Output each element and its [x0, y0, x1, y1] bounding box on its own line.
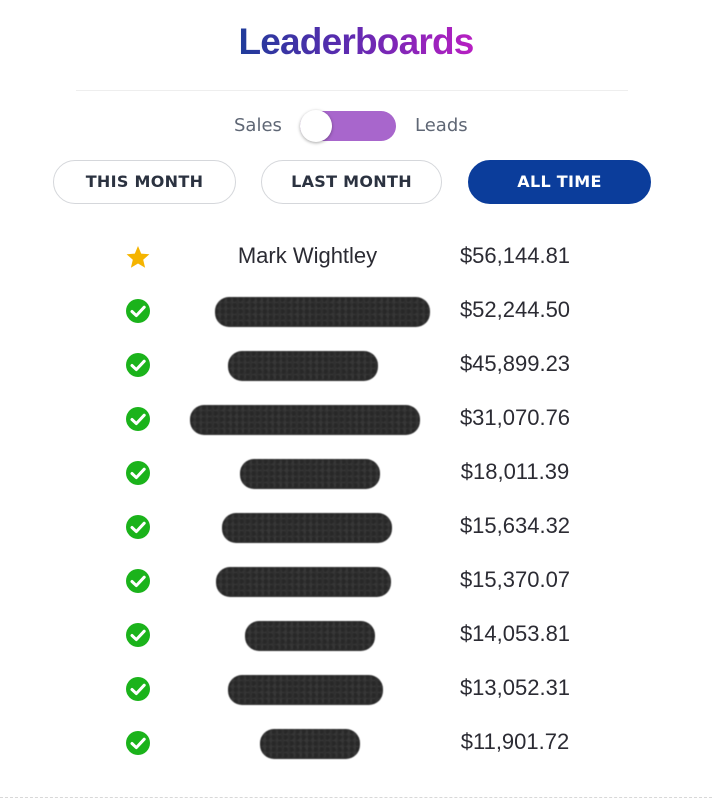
check-circle-icon [125, 406, 151, 432]
leaderboard-row: $15,370.07 [0, 554, 712, 608]
check-circle-icon [125, 298, 151, 324]
last-month-button[interactable]: LAST MONTH [261, 160, 442, 204]
leaderboard-name: Mark Wightley [237, 243, 378, 268]
redacted-name [216, 567, 391, 597]
check-circle-icon [125, 730, 151, 756]
redacted-name [222, 513, 392, 543]
leaderboard-row: $15,634.32 [0, 500, 712, 554]
metric-toggle-switch[interactable] [300, 110, 396, 142]
redacted-name [260, 729, 360, 759]
bottom-divider [0, 797, 712, 798]
leaderboard-amount: $15,634.32 [459, 513, 571, 538]
this-month-button[interactable]: THIS MONTH [53, 160, 236, 204]
leaderboard-row: $11,901.72 [0, 716, 712, 770]
all-time-button[interactable]: ALL TIME [468, 160, 651, 204]
page-title-text: Leaderboards [238, 18, 474, 66]
leaderboard-amount: $15,370.07 [459, 567, 571, 592]
metric-toggle: Sales Leads [0, 108, 712, 144]
check-circle-icon [125, 352, 151, 378]
check-circle-icon [125, 676, 151, 702]
leaderboard-amount: $52,244.50 [459, 297, 571, 322]
check-circle-icon [125, 514, 151, 540]
redacted-name [215, 297, 430, 327]
toggle-label-leads[interactable]: Leads [415, 115, 468, 137]
leaderboard-row: $13,052.31 [0, 662, 712, 716]
leaderboard-amount: $14,053.81 [459, 621, 571, 646]
leaderboard-row: $18,011.39 [0, 446, 712, 500]
leaderboards-widget: Leaderboards Sales Leads THIS MONTH LAST… [0, 0, 712, 800]
redacted-name [228, 675, 383, 705]
leaderboard-amount: $13,052.31 [459, 675, 571, 700]
page-title: Leaderboards [0, 18, 712, 66]
toggle-knob[interactable] [300, 110, 332, 142]
toggle-label-sales[interactable]: Sales [234, 115, 282, 137]
redacted-name [245, 621, 375, 651]
leaderboard-row: $14,053.81 [0, 608, 712, 662]
leaderboard-row: $45,899.23 [0, 338, 712, 392]
check-circle-icon [125, 622, 151, 648]
check-circle-icon [125, 460, 151, 486]
leaderboard-amount: $45,899.23 [459, 351, 571, 376]
leaderboard-row: $52,244.50 [0, 284, 712, 338]
leaderboard-amount: $56,144.81 [459, 243, 571, 268]
leaderboard-amount: $18,011.39 [460, 459, 570, 484]
title-divider [76, 90, 628, 91]
leaderboard-amount: $31,070.76 [459, 405, 571, 430]
leaderboard-row: $31,070.76 [0, 392, 712, 446]
redacted-name [190, 405, 420, 435]
redacted-name [240, 459, 380, 489]
leaderboard-row: Mark Wightley $56,144.81 [0, 230, 712, 284]
check-circle-icon [125, 568, 151, 594]
redacted-name [228, 351, 378, 381]
star-icon [125, 244, 151, 270]
leaderboard-amount: $11,901.72 [460, 729, 570, 754]
